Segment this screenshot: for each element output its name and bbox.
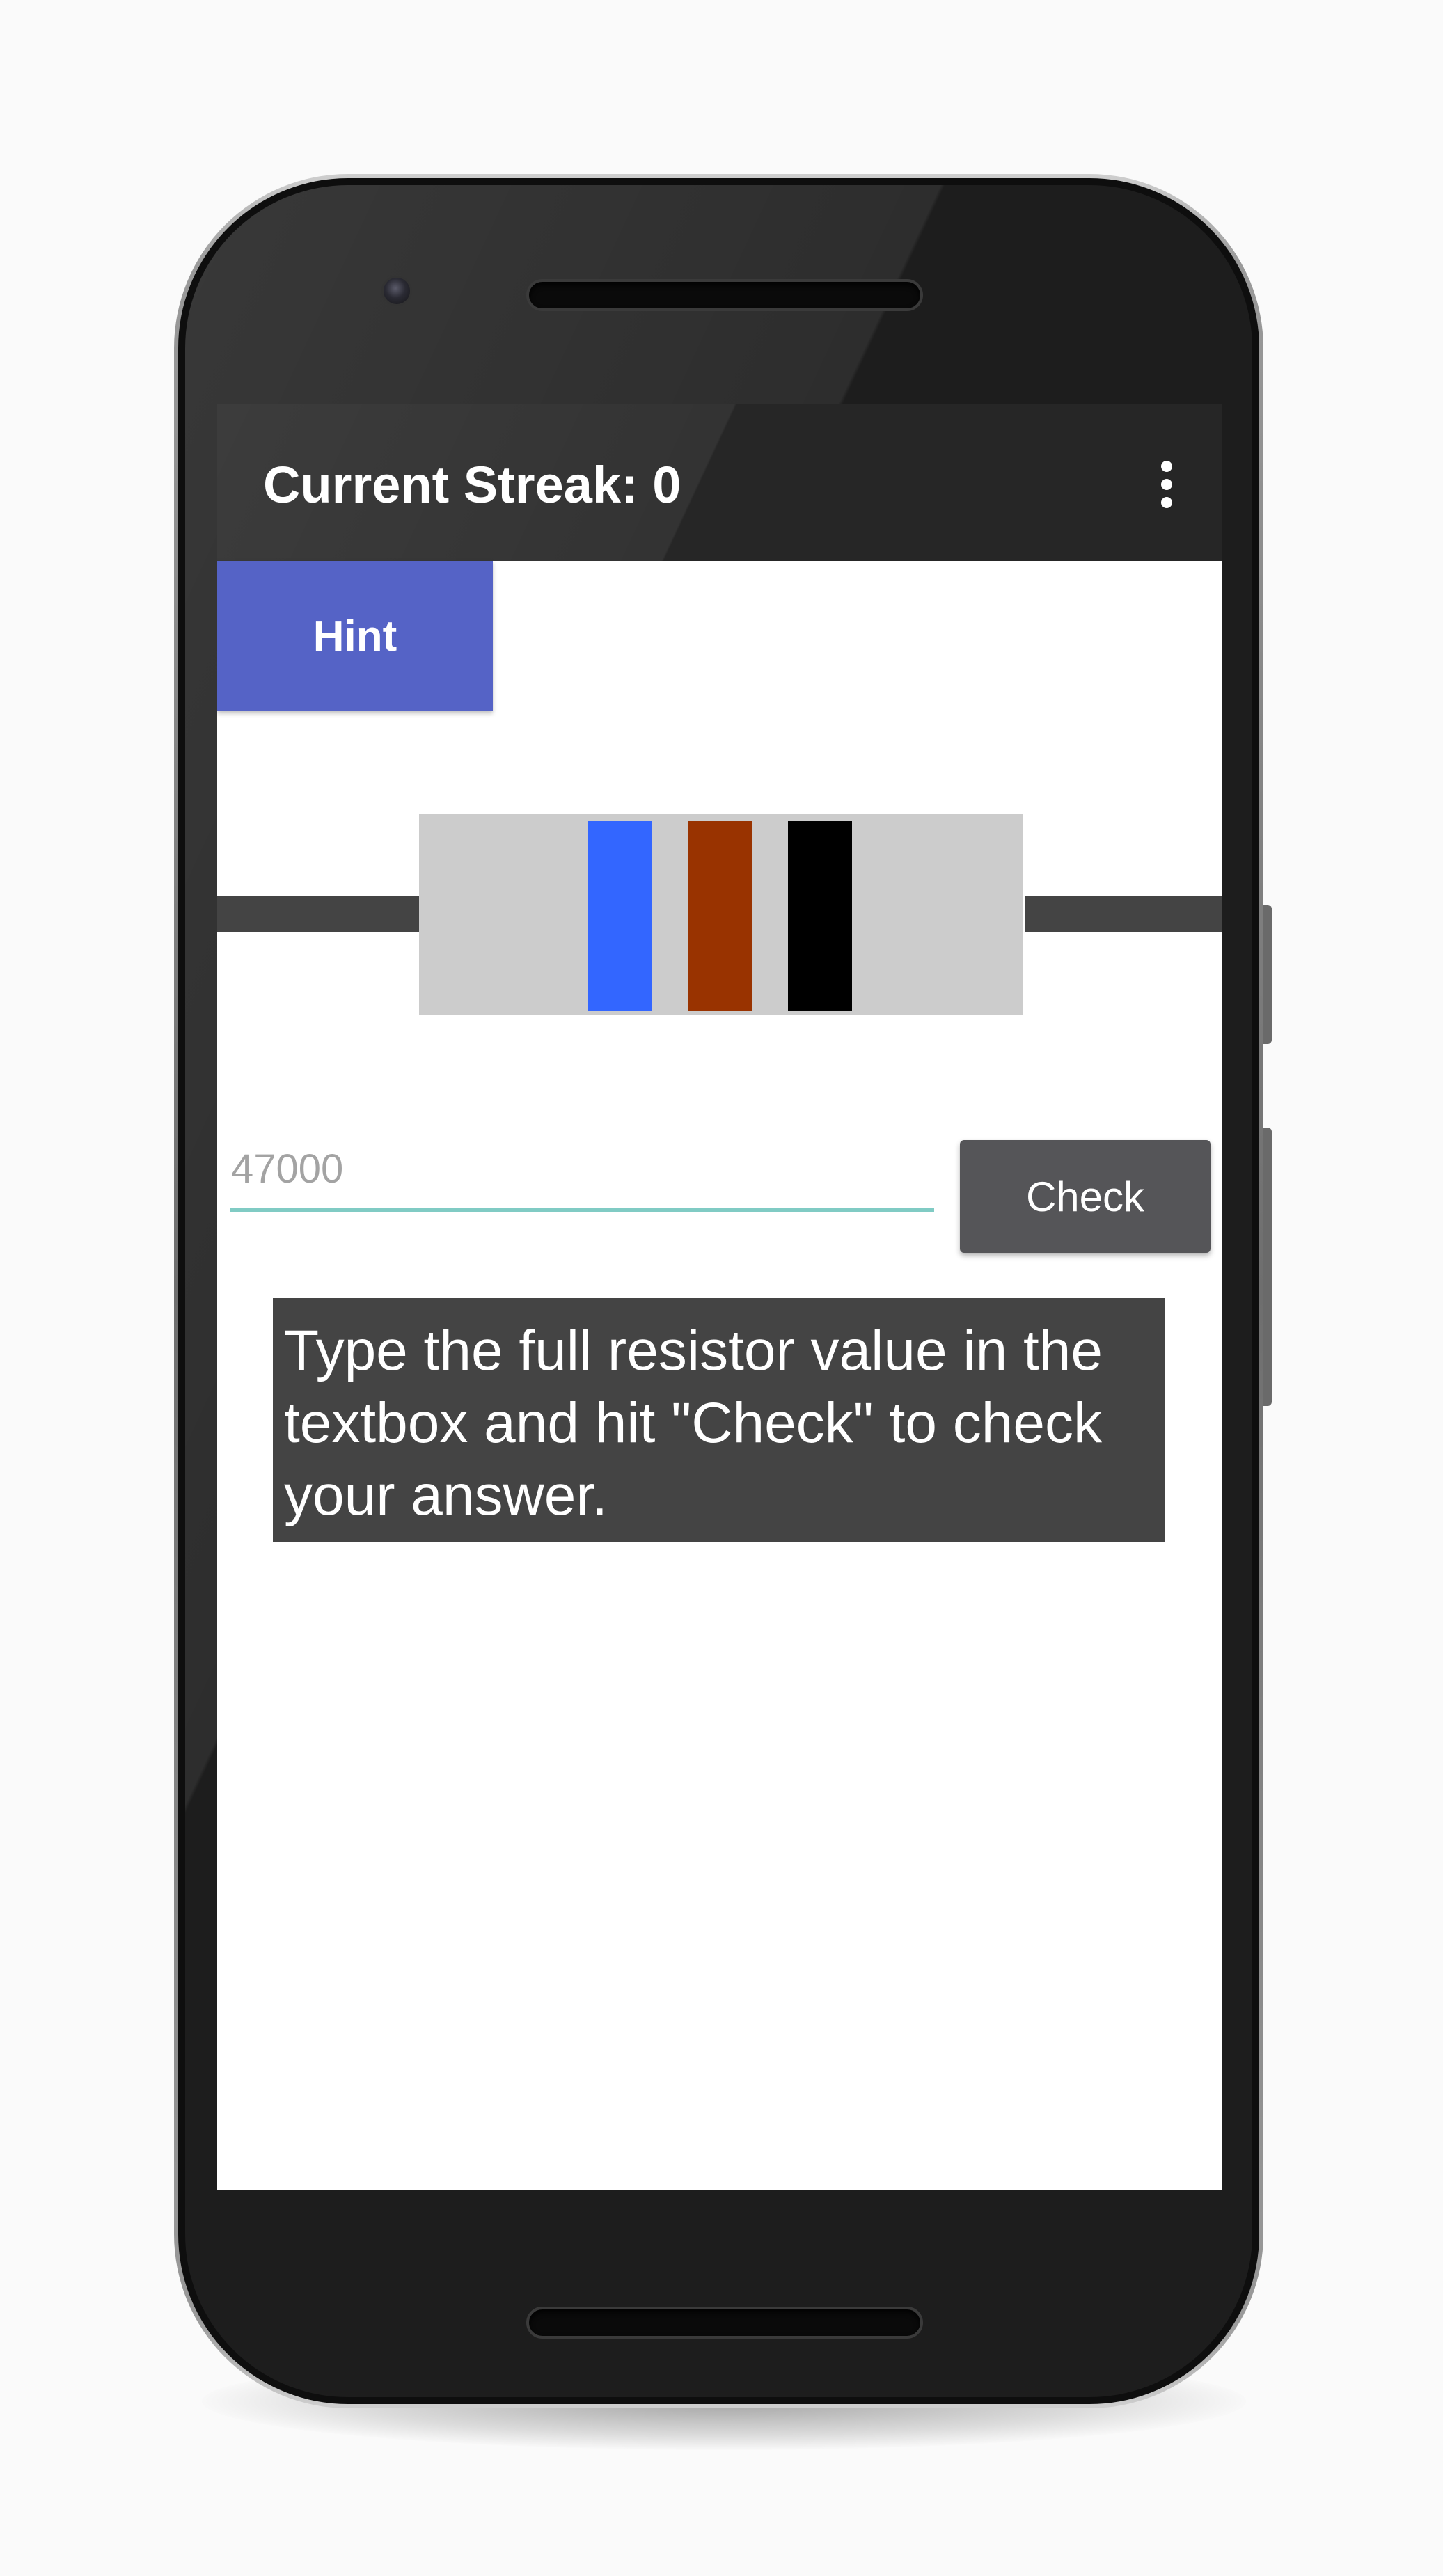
- page-title: Current Streak: 0: [263, 456, 681, 514]
- app-screen: Current Streak: 0 Hint Check Type the fu…: [217, 404, 1222, 2190]
- resistor-body: [419, 814, 1023, 1015]
- check-button[interactable]: Check: [960, 1140, 1211, 1253]
- more-vert-icon[interactable]: [1153, 450, 1181, 519]
- resistor-lead-left: [217, 896, 426, 932]
- resistor-band-2: [688, 821, 752, 1011]
- menu-dot: [1161, 479, 1172, 490]
- volume-button: [1263, 1128, 1272, 1406]
- resistor-lead-right: [1025, 896, 1222, 932]
- device-frame: Current Streak: 0 Hint Check Type the fu…: [0, 0, 1443, 2576]
- menu-dot: [1161, 497, 1172, 508]
- bottom-speaker-grille: [526, 2307, 923, 2339]
- menu-dot: [1161, 461, 1172, 472]
- resistor-value-input[interactable]: [230, 1135, 934, 1212]
- app-bar: Current Streak: 0: [217, 404, 1222, 561]
- resistor-band-3: [788, 821, 852, 1011]
- top-speaker-grille: [526, 279, 923, 311]
- resistor-band-1: [588, 821, 652, 1011]
- front-camera-icon: [381, 276, 412, 306]
- power-button: [1263, 905, 1272, 1044]
- instructions-text: Type the full resistor value in the text…: [273, 1298, 1165, 1542]
- hint-button[interactable]: Hint: [217, 561, 493, 711]
